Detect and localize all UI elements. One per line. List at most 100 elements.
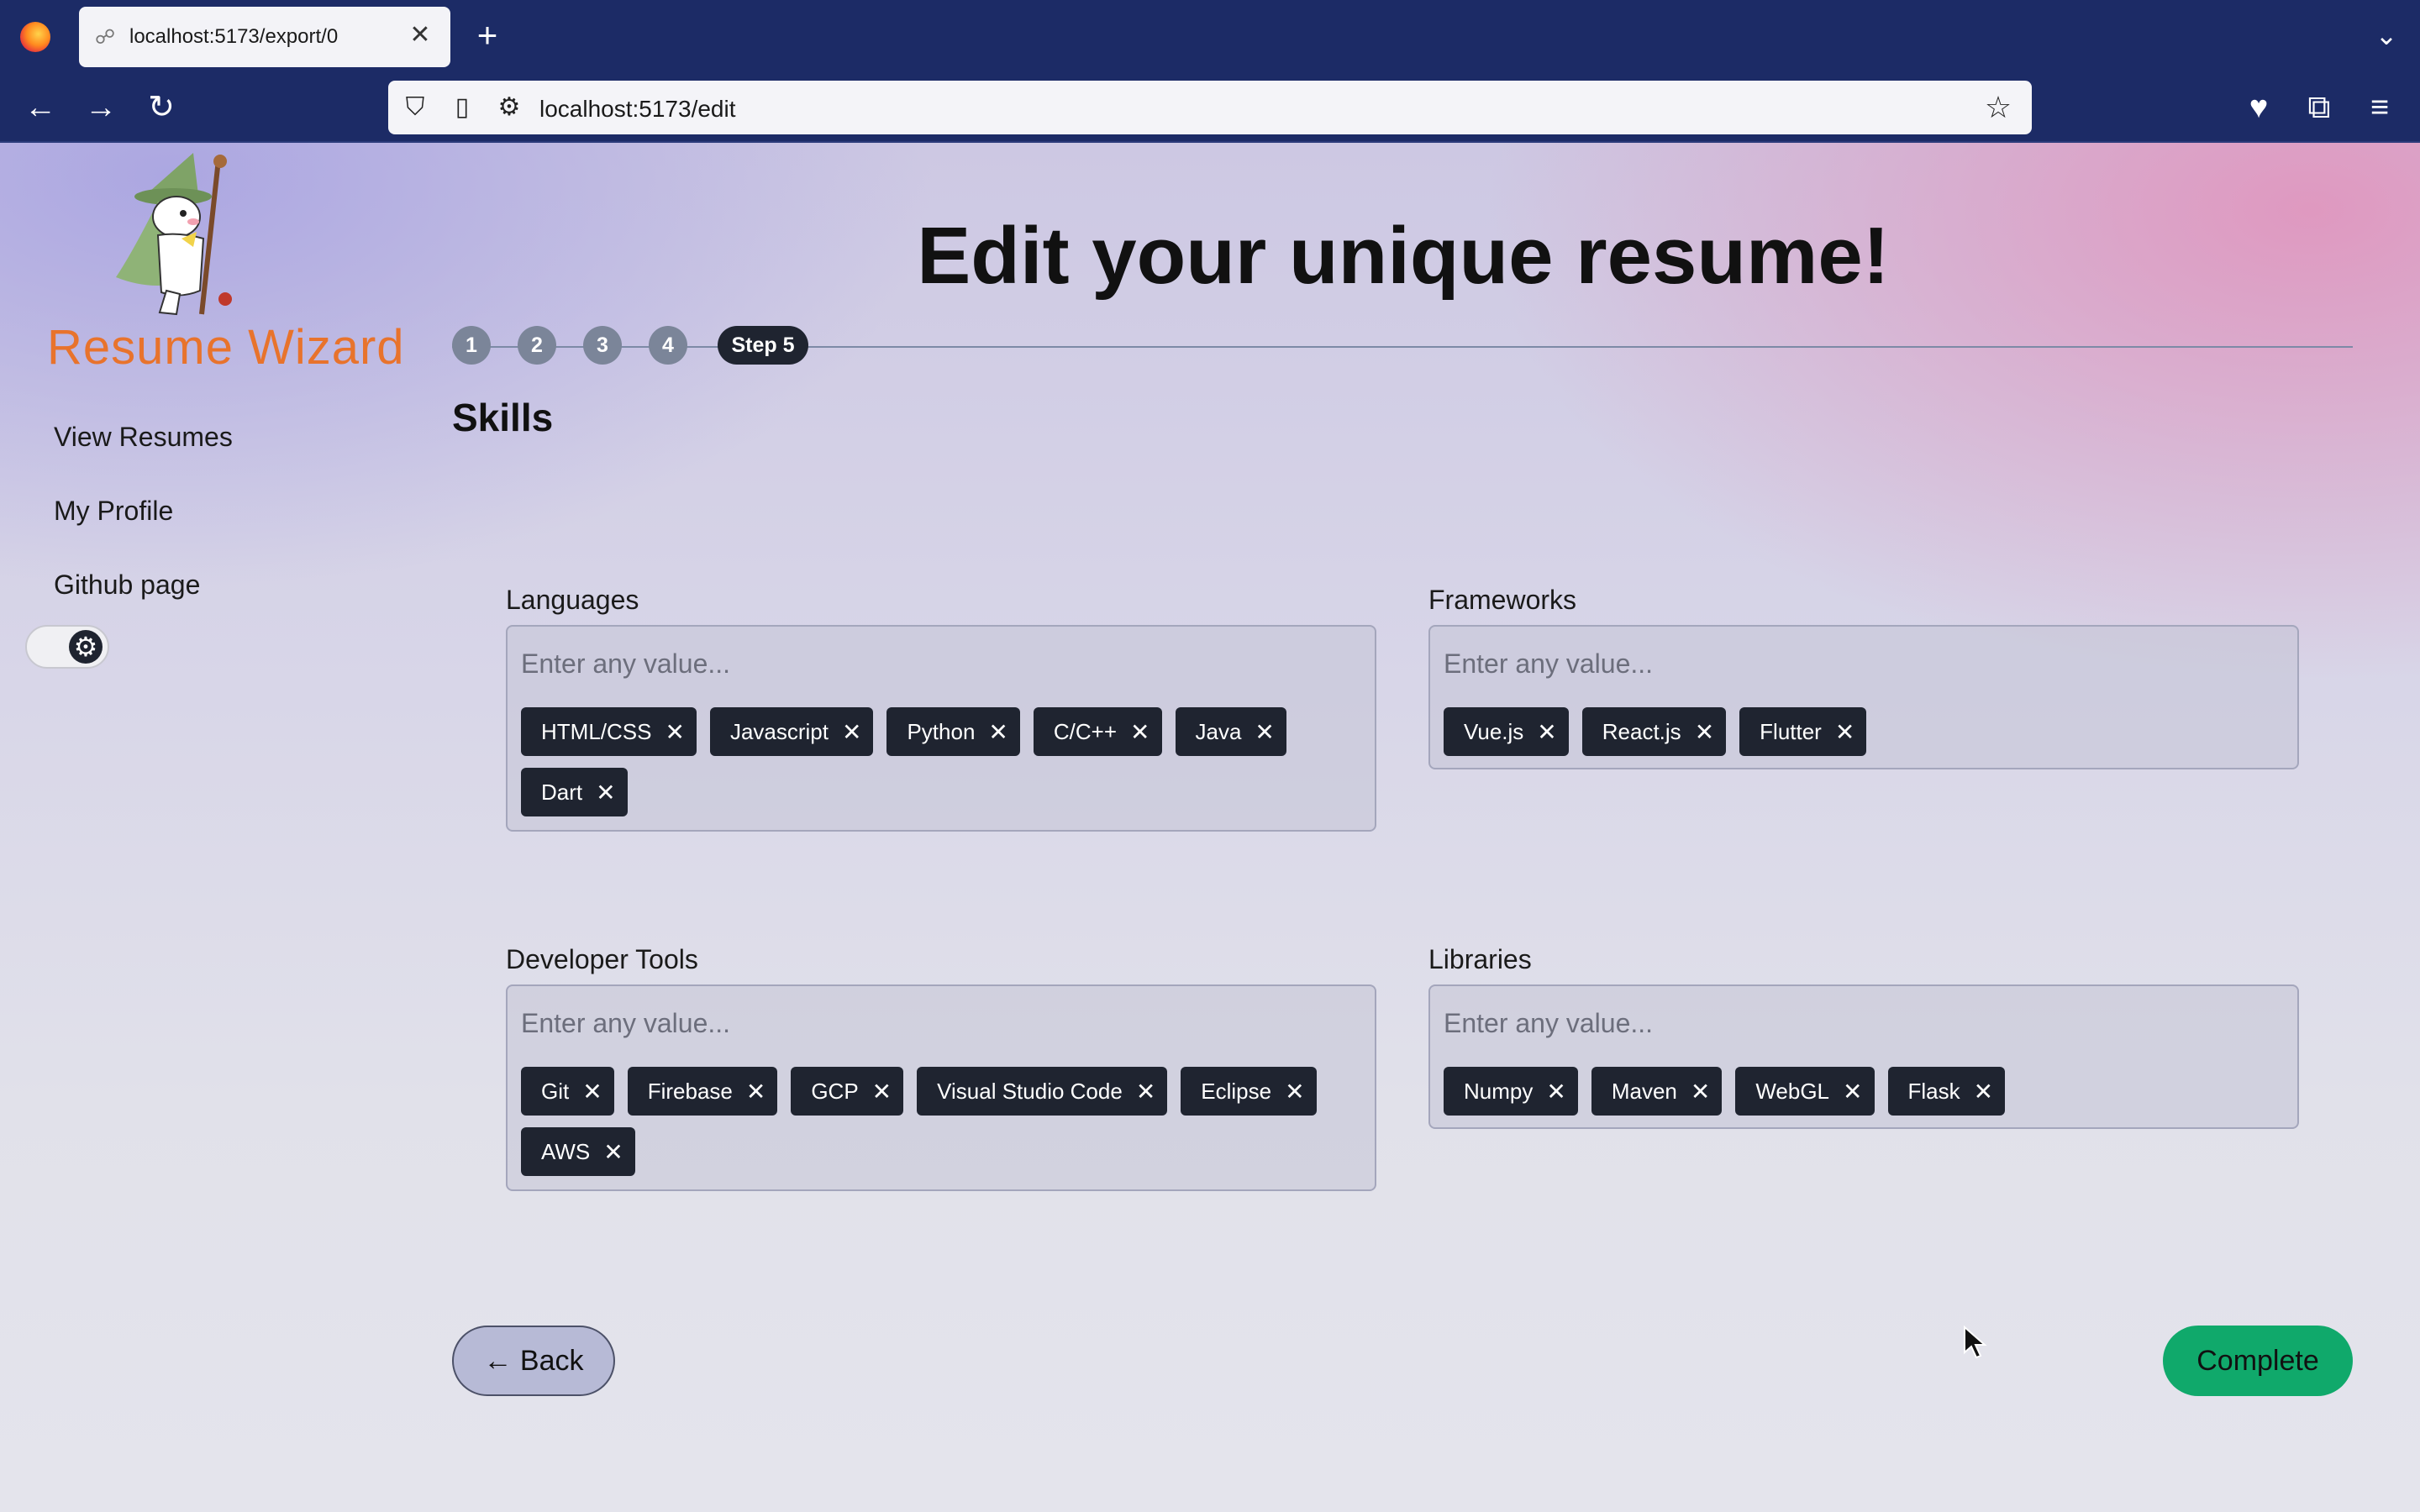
remove-tag-icon[interactable]: ✕ bbox=[1974, 1078, 1993, 1105]
tag-label: React.js bbox=[1602, 718, 1681, 744]
tag-label: WebGL bbox=[1755, 1078, 1830, 1104]
theme-toggle[interactable]: ⚙ bbox=[25, 625, 109, 669]
tag-chip: Numpy ✕ bbox=[1444, 1067, 1578, 1116]
tag-label: Git bbox=[541, 1078, 570, 1104]
remove-tag-icon[interactable]: ✕ bbox=[1843, 1078, 1862, 1105]
remove-tag-icon[interactable]: ✕ bbox=[1130, 718, 1150, 746]
languages-tag-input[interactable]: HTML/CSS✕Javascript✕Python✕C/C++✕Java✕Da… bbox=[506, 625, 1376, 832]
step-5-active[interactable]: Step 5 bbox=[718, 326, 808, 365]
remove-tag-icon[interactable]: ✕ bbox=[1691, 1078, 1710, 1105]
languages-input[interactable] bbox=[521, 645, 1344, 682]
shield-icon[interactable]: ⛉ bbox=[398, 91, 432, 124]
sidebar-link-my-profile[interactable]: My Profile bbox=[54, 496, 173, 527]
tab-title: localhost:5173/export/0 bbox=[129, 25, 339, 48]
frameworks-tag-input[interactable]: Vue.js ✕ React.js ✕ Flutter ✕ bbox=[1428, 625, 2299, 769]
developer-tools-tags: Git ✕ Firebase ✕ GCP ✕ Visual Studio Code ✕ Ecli… bbox=[521, 1067, 1361, 1188]
tag-chip: HTML/CSS ✕ bbox=[521, 707, 697, 756]
remove-tag-icon[interactable]: ✕ bbox=[603, 1138, 623, 1166]
mouse-cursor-icon bbox=[1964, 1326, 1987, 1359]
sidebar-link-view-resumes[interactable]: View Resumes bbox=[54, 422, 233, 453]
remove-tag-icon[interactable]: ✕ bbox=[988, 718, 1007, 746]
libraries-input[interactable] bbox=[1444, 1005, 2267, 1042]
frameworks-input[interactable] bbox=[1444, 645, 2267, 682]
remove-tag-icon[interactable]: ✕ bbox=[842, 718, 861, 746]
remove-tag-icon[interactable]: ✕ bbox=[746, 1078, 765, 1105]
tag-chip: AWS ✕ bbox=[521, 1127, 635, 1176]
tab-list-chevron-icon[interactable]: ⌄ bbox=[2370, 18, 2403, 52]
permissions-icon[interactable]: ⚙ bbox=[492, 91, 526, 124]
languages-tags: HTML/CSS ✕ Javascript ✕ Python ✕ C/C++ ✕ Java ✕ Da… bbox=[521, 707, 1361, 828]
back-arrow-icon[interactable]: ← bbox=[20, 87, 60, 128]
back-button[interactable]: ← Back bbox=[452, 1326, 615, 1396]
brand-name[interactable]: Resume Wizard bbox=[47, 319, 405, 375]
page: Resume Wizard View Resumes My Profile Gi… bbox=[0, 143, 2420, 1512]
url-bar[interactable]: ⛉ ▯ ⚙ localhost:5173/edit ☆ bbox=[388, 81, 2032, 134]
frameworks-tags: Vue.js ✕ React.js ✕ Flutter ✕ bbox=[1444, 707, 2284, 768]
tag-chip: Firebase ✕ bbox=[627, 1067, 778, 1116]
remove-tag-icon[interactable]: ✕ bbox=[582, 1078, 602, 1105]
new-tab-button[interactable]: + bbox=[467, 15, 508, 55]
tag-label: HTML/CSS bbox=[541, 718, 652, 744]
remove-tag-icon[interactable]: ✕ bbox=[1537, 718, 1556, 746]
tag-label: Java bbox=[1195, 718, 1242, 744]
libraries-label: Libraries bbox=[1428, 944, 1532, 974]
remove-tag-icon[interactable]: ✕ bbox=[1546, 1078, 1565, 1105]
browser-nav-bar: ← → ↻ ⛉ ▯ ⚙ localhost:5173/edit ☆ ♥ ⧉ ≡ bbox=[0, 74, 2420, 143]
tag-label: AWS bbox=[541, 1138, 591, 1164]
frameworks-label: Frameworks bbox=[1428, 585, 1577, 615]
remove-tag-icon[interactable]: ✕ bbox=[872, 1078, 892, 1105]
remove-tag-icon[interactable]: ✕ bbox=[665, 718, 684, 746]
complete-button[interactable]: Complete bbox=[2163, 1326, 2353, 1396]
languages-label: Languages bbox=[506, 585, 639, 615]
tag-label: Vue.js bbox=[1464, 718, 1524, 744]
tag-chip: Maven ✕ bbox=[1591, 1067, 1723, 1116]
tag-label: Dart bbox=[541, 779, 583, 805]
step-indicator: 1 2 3 4 Step 5 bbox=[452, 324, 2353, 368]
sidebar-link-github-page[interactable]: Github page bbox=[54, 570, 200, 601]
developer-tools-tag-input[interactable]: Git✕Firebase✕GCP✕Visual Studio Code✕Ecli… bbox=[506, 984, 1376, 1191]
tag-chip: Dart ✕ bbox=[521, 768, 628, 816]
bookmark-star-icon[interactable]: ☆ bbox=[1980, 89, 2017, 126]
tag-chip: Eclipse ✕ bbox=[1181, 1067, 1317, 1116]
tag-chip: WebGL ✕ bbox=[1735, 1067, 1875, 1116]
remove-tag-icon[interactable]: ✕ bbox=[1835, 718, 1854, 746]
menu-icon[interactable]: ≡ bbox=[2360, 87, 2400, 128]
tag-chip: Javascript ✕ bbox=[709, 707, 874, 756]
tag-chip: Python ✕ bbox=[886, 707, 1020, 756]
developer-tools-input[interactable] bbox=[521, 1005, 1344, 1042]
firefox-logo-icon bbox=[20, 22, 50, 52]
url-text[interactable]: localhost:5173/edit bbox=[539, 96, 736, 123]
gear-icon: ⚙ bbox=[69, 630, 103, 664]
tab-close-icon[interactable]: ✕ bbox=[405, 20, 435, 50]
step-2[interactable]: 2 bbox=[518, 326, 556, 365]
extensions-icon[interactable]: ⧉ bbox=[2299, 87, 2339, 128]
tag-chip: Git ✕ bbox=[521, 1067, 614, 1116]
step-4[interactable]: 4 bbox=[649, 326, 687, 365]
pocket-icon[interactable]: ♥ bbox=[2238, 87, 2279, 128]
tag-label: Python bbox=[907, 718, 976, 744]
tag-chip: Visual Studio Code ✕ bbox=[917, 1067, 1168, 1116]
tag-chip: C/C++ ✕ bbox=[1033, 707, 1162, 756]
libraries-tag-input[interactable]: Numpy ✕ Maven ✕ WebGL ✕ Flask ✕ bbox=[1428, 984, 2299, 1129]
remove-tag-icon[interactable]: ✕ bbox=[1255, 718, 1274, 746]
libraries-tags: Numpy ✕ Maven ✕ WebGL ✕ Flask ✕ bbox=[1444, 1067, 2284, 1127]
tag-chip: Java ✕ bbox=[1175, 707, 1286, 756]
remove-tag-icon[interactable]: ✕ bbox=[596, 779, 615, 806]
developer-tools-label: Developer Tools bbox=[506, 944, 698, 974]
remove-tag-icon[interactable]: ✕ bbox=[1695, 718, 1714, 746]
page-info-icon[interactable]: ▯ bbox=[445, 91, 479, 124]
remove-tag-icon[interactable]: ✕ bbox=[1136, 1078, 1155, 1105]
step-3[interactable]: 3 bbox=[583, 326, 622, 365]
tag-chip: Flask ✕ bbox=[1887, 1067, 2006, 1116]
reload-icon[interactable]: ↻ bbox=[141, 87, 182, 128]
forward-arrow-icon[interactable]: → bbox=[81, 87, 121, 128]
tag-label: GCP bbox=[811, 1078, 859, 1104]
tag-label: Firebase bbox=[647, 1078, 733, 1104]
step-1[interactable]: 1 bbox=[452, 326, 491, 365]
browser-tab-bar: ☍ localhost:5173/export/0 ✕ + ⌄ bbox=[0, 0, 2420, 74]
tab-favicon-icon: ☍ bbox=[94, 26, 116, 49]
page-title: Edit your unique resume! bbox=[917, 211, 1890, 301]
tag-label: Visual Studio Code bbox=[937, 1078, 1123, 1104]
browser-tab[interactable]: ☍ localhost:5173/export/0 ✕ bbox=[79, 7, 450, 67]
remove-tag-icon[interactable]: ✕ bbox=[1285, 1078, 1304, 1105]
